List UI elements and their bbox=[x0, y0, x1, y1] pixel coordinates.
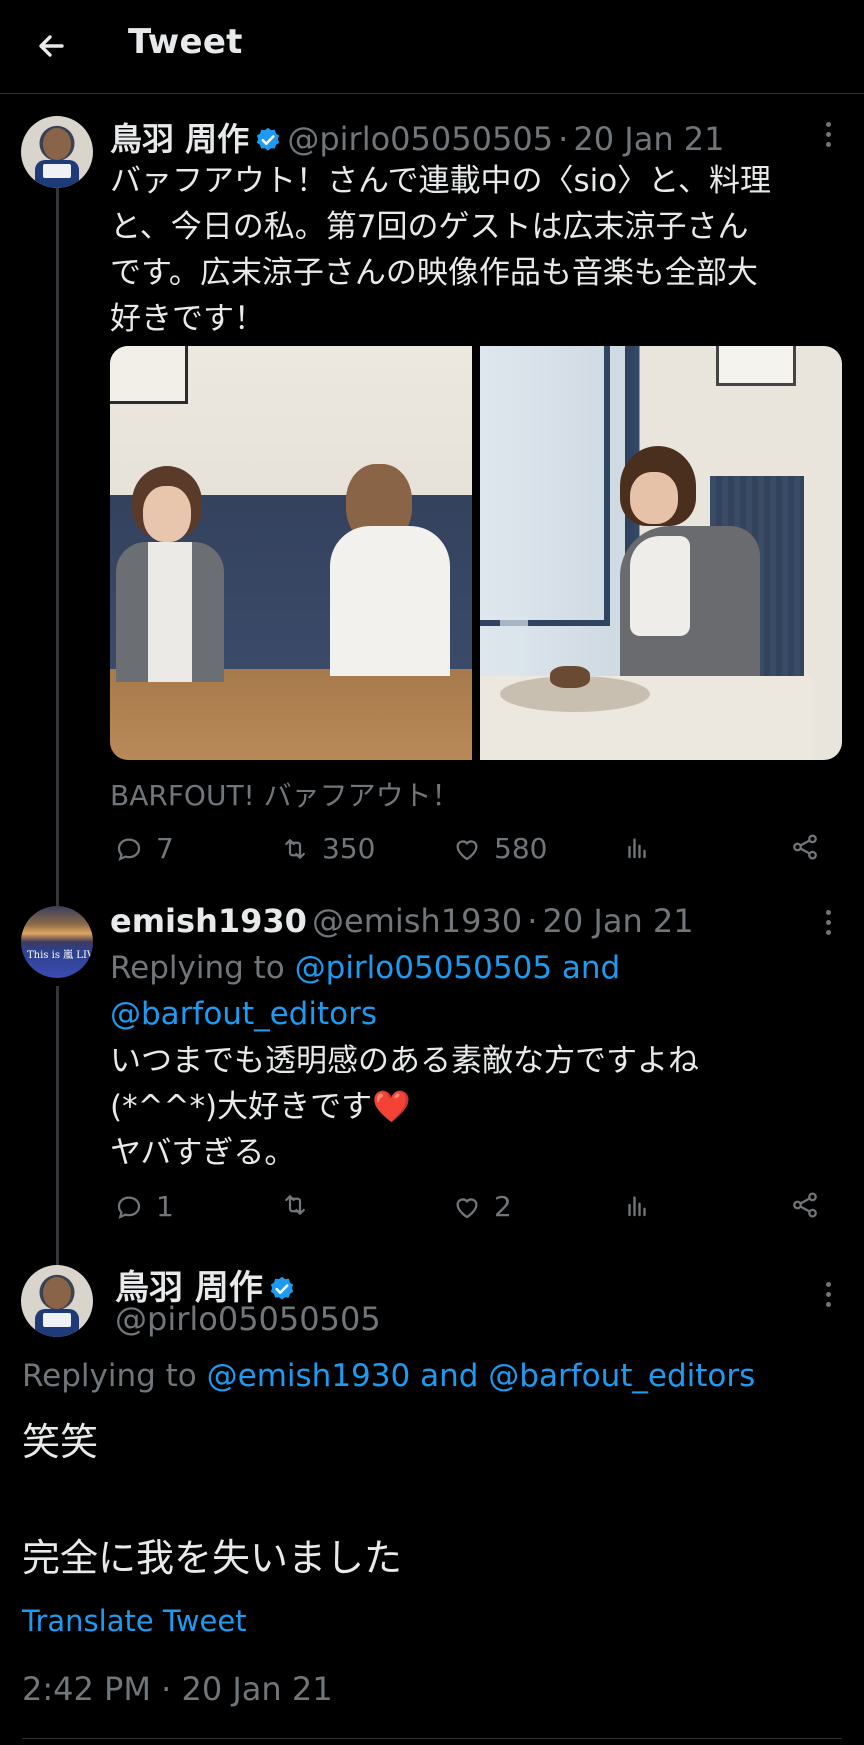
heart-icon bbox=[456, 1197, 478, 1218]
thread-line bbox=[56, 986, 59, 1268]
mention-link[interactable]: @barfout_editors bbox=[488, 1358, 755, 1394]
reply-icon bbox=[117, 1195, 141, 1219]
display-name[interactable]: 鳥羽 周作 bbox=[110, 120, 249, 158]
tweet-text-line: 笑笑 bbox=[22, 1420, 99, 1464]
more-options-icon[interactable] bbox=[816, 122, 840, 152]
reply-button[interactable]: 7 bbox=[114, 832, 174, 865]
analytics-icon bbox=[628, 1196, 646, 1217]
share-icon bbox=[793, 834, 817, 860]
page-title: Tweet bbox=[128, 22, 243, 62]
retweet-icon bbox=[285, 1195, 305, 1215]
share-button[interactable] bbox=[790, 832, 820, 862]
verified-badge-icon bbox=[257, 127, 280, 151]
like-button[interactable]: 2 bbox=[452, 1190, 512, 1223]
retweet-button[interactable] bbox=[280, 1190, 322, 1220]
mention-link[interactable]: @pirlo05050505 bbox=[295, 950, 552, 986]
heart-icon bbox=[456, 839, 478, 860]
retweet-icon bbox=[285, 838, 305, 859]
verified-badge-icon bbox=[270, 1276, 294, 1300]
tweet-date[interactable]: 20 Jan 21 bbox=[573, 120, 724, 158]
tweet-header: 鳥羽 周作 @pirlo05050505 · 20 Jan 21 bbox=[110, 120, 725, 158]
tweet-date[interactable]: 20 Jan 21 bbox=[543, 902, 694, 940]
reply-icon bbox=[117, 837, 141, 861]
user-handle[interactable]: @pirlo05050505 bbox=[115, 1300, 381, 1338]
avatar[interactable] bbox=[21, 116, 93, 188]
mention-link[interactable]: @barfout_editors bbox=[110, 996, 377, 1032]
mention-link[interactable]: @emish1930 bbox=[207, 1358, 411, 1394]
tweet-text-line: 完全に我を失いました bbox=[22, 1536, 403, 1580]
share-icon bbox=[793, 1192, 817, 1218]
media-source[interactable]: BARFOUT! バァフアウト！ bbox=[110, 774, 460, 814]
more-options-icon[interactable] bbox=[816, 910, 840, 940]
tweet-text: バァフアウト！さんで連載中の〈sio〉と、料理 と、今日の私。第7回のゲストは広… bbox=[110, 163, 771, 337]
thread-line bbox=[56, 188, 59, 906]
more-options-icon[interactable] bbox=[816, 1282, 840, 1312]
user-handle[interactable]: @pirlo05050505 bbox=[287, 120, 553, 158]
action-bar: 1 2 bbox=[110, 1190, 840, 1230]
translate-tweet-link[interactable]: Translate Tweet bbox=[22, 1604, 247, 1638]
reply-button[interactable]: 1 bbox=[114, 1190, 174, 1223]
action-bar: 7 350 580 bbox=[110, 832, 840, 872]
display-name[interactable]: emish1930 bbox=[110, 902, 307, 940]
views-button[interactable] bbox=[622, 832, 652, 862]
share-button[interactable] bbox=[790, 1190, 820, 1220]
back-arrow-icon[interactable] bbox=[32, 26, 72, 66]
tweet-header: emish1930 @emish1930 · 20 Jan 21 bbox=[110, 902, 694, 940]
tweet-timestamp[interactable]: 2:42 PM · 20 Jan 21 bbox=[22, 1670, 333, 1708]
analytics-icon bbox=[628, 838, 646, 859]
views-button[interactable] bbox=[622, 1190, 652, 1220]
avatar[interactable] bbox=[21, 1265, 93, 1337]
replying-to: Replying to @pirlo05050505 and @barfout_… bbox=[110, 950, 621, 1032]
user-handle[interactable]: @emish1930 bbox=[312, 902, 522, 940]
like-button[interactable]: 580 bbox=[452, 832, 547, 865]
tweet-text: いつまでも透明感のある素敵な方ですよね (*^^*)大好きです❤️ ヤバすぎる。 bbox=[110, 1043, 699, 1171]
avatar[interactable]: This is 嵐 LIVE bbox=[21, 906, 93, 978]
divider bbox=[22, 1738, 842, 1739]
retweet-button[interactable]: 350 bbox=[280, 832, 375, 865]
replying-to: Replying to @emish1930 and @barfout_edit… bbox=[22, 1358, 756, 1394]
top-bar: Tweet bbox=[0, 0, 864, 94]
media-grid bbox=[110, 346, 842, 760]
photo-interview[interactable] bbox=[110, 346, 472, 760]
photo-dining[interactable] bbox=[480, 346, 842, 760]
